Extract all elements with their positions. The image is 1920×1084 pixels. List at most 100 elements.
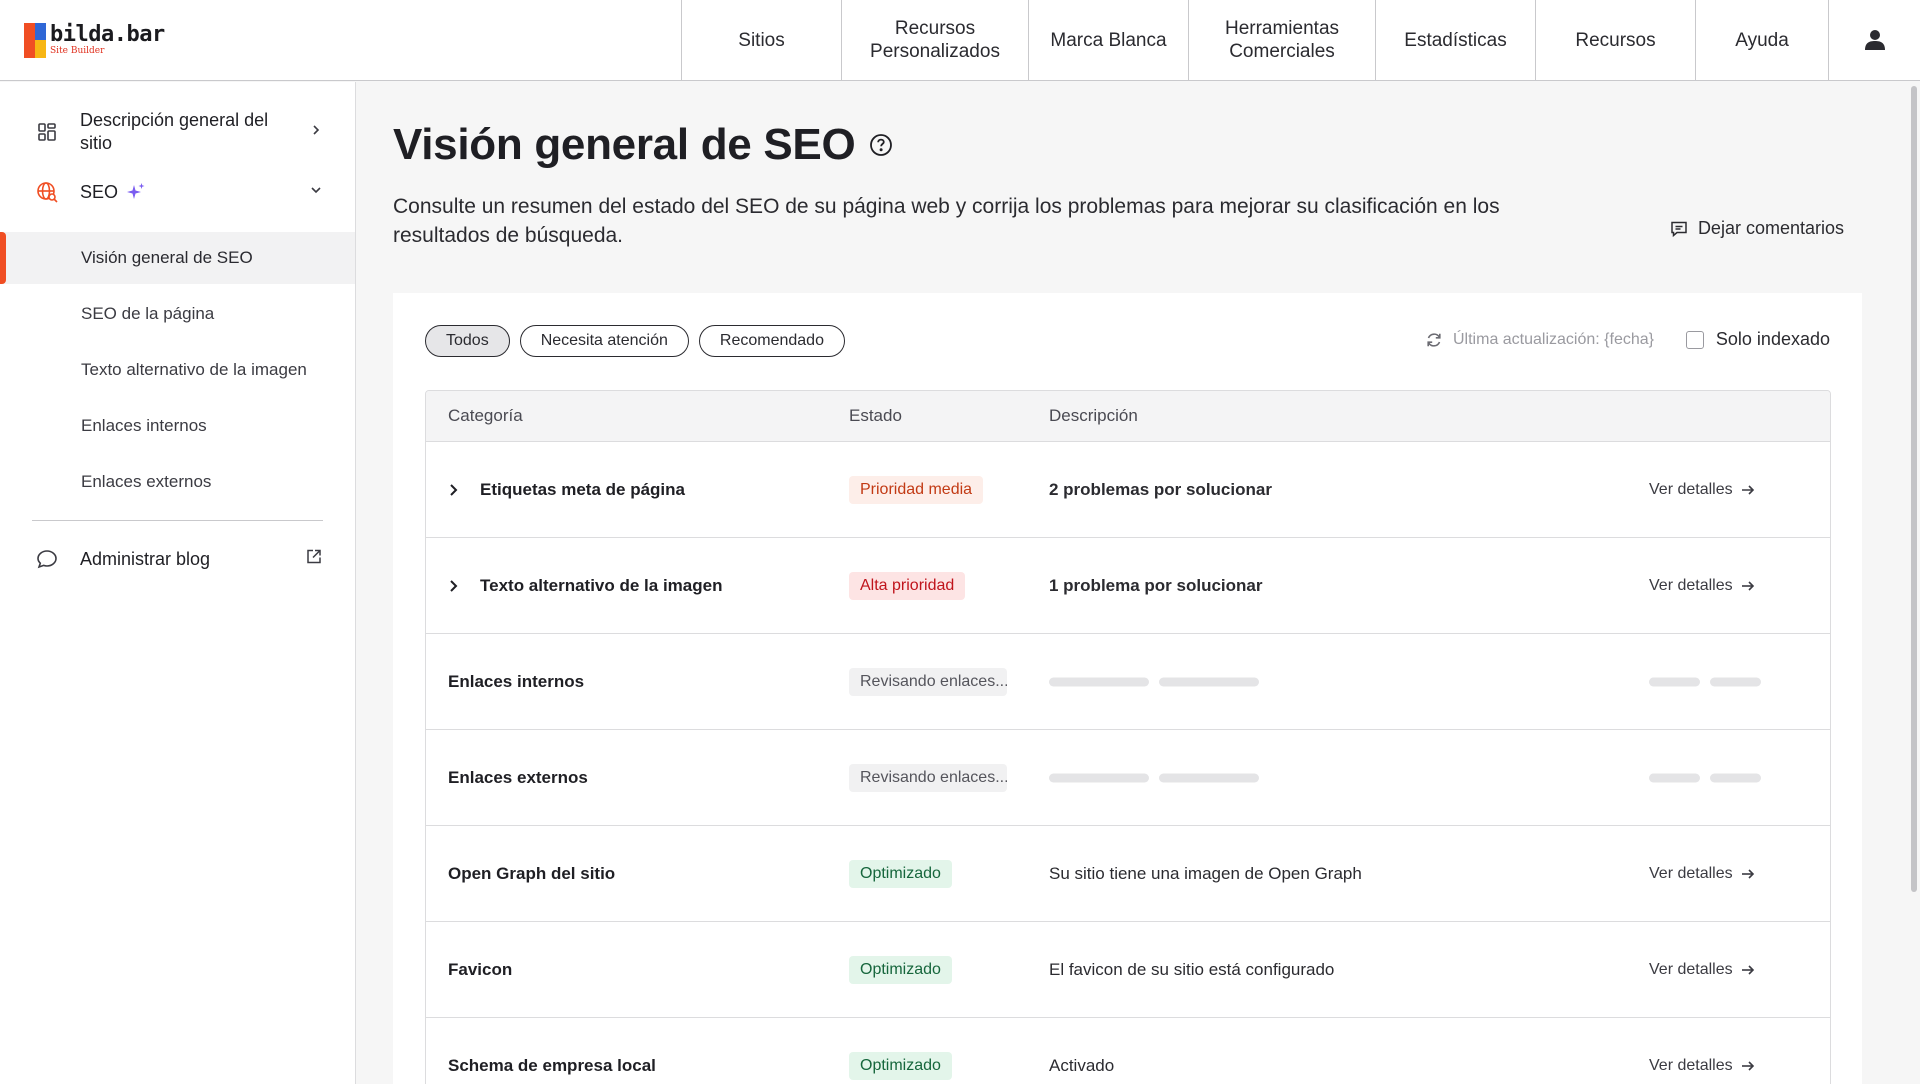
sidebar-item-external-links[interactable]: Enlaces externos (0, 456, 355, 508)
arrow-right-icon (1741, 964, 1754, 975)
status-badge: Prioridad media (849, 475, 984, 504)
nav-item-estadisticas[interactable]: Estadísticas (1375, 0, 1535, 80)
chevron-right-icon[interactable] (448, 579, 480, 593)
table-row[interactable]: Schema de empresa local Optimizado Activ… (426, 1017, 1830, 1084)
refresh-icon[interactable] (1425, 331, 1443, 349)
page-title: Visión general de SEO (393, 120, 893, 170)
seo-globe-icon (32, 177, 62, 207)
sidebar-item-image-alt-text[interactable]: Texto alternativo de la imagen (0, 344, 355, 396)
sparkle-icon (126, 182, 146, 202)
chevron-down-icon (310, 183, 322, 201)
view-details-link[interactable]: Ver detalles (1649, 481, 1755, 499)
filter-chip-needs-attention[interactable]: Necesita atención (519, 325, 689, 357)
nav-item-herramientas-comerciales[interactable]: Herramientas Comerciales (1188, 0, 1375, 80)
indexed-only-toggle[interactable]: Solo indexado (1685, 329, 1830, 350)
nav-item-marca-blanca[interactable]: Marca Blanca (1028, 0, 1188, 80)
filter-chip-recommended[interactable]: Recomendado (698, 325, 845, 357)
filter-chip-all[interactable]: Todos (425, 325, 510, 357)
sidebar-item-label: Descripción general del sitio (80, 110, 269, 153)
dashboard-grid-icon (32, 117, 62, 147)
skeleton-bar (1049, 677, 1149, 686)
view-details-label: Ver detalles (1649, 864, 1733, 882)
category-label: Open Graph del sitio (448, 863, 616, 883)
category-label: Favicon (448, 959, 513, 979)
sidebar-divider (32, 520, 323, 521)
table-row[interactable]: Open Graph del sitio Optimizado Su sitio… (426, 825, 1830, 921)
category-cell: Favicon (448, 960, 512, 980)
brand-name: bilda.bar (50, 22, 165, 47)
nav-item-recursos[interactable]: Recursos (1535, 0, 1695, 80)
page-description: Consulte un resumen del estado del SEO d… (393, 195, 1500, 247)
main-nav: Sitios Recursos Personalizados Marca Bla… (681, 0, 1920, 80)
view-details-link[interactable]: Ver detalles (1649, 577, 1755, 595)
status-badge: Optimizado (849, 1051, 952, 1080)
table-row: Enlaces externos Revisando enlaces... (426, 729, 1830, 825)
table-row[interactable]: Texto alternativo de la imagen Alta prio… (426, 537, 1830, 633)
status-badge: Optimizado (849, 955, 952, 984)
skeleton-bar (1159, 773, 1259, 782)
arrow-right-icon (1741, 580, 1754, 591)
view-details-label: Ver detalles (1649, 1056, 1733, 1074)
description-cell: 1 problema por solucionar (1049, 575, 1263, 595)
view-details-label: Ver detalles (1649, 576, 1733, 594)
logo-mark-icon (24, 22, 46, 58)
table-row: Enlaces internos Revisando enlaces... (426, 633, 1830, 729)
status-badge: Alta prioridad (849, 571, 966, 600)
sidebar-item-label: SEO (80, 181, 119, 202)
category-cell: Open Graph del sitio (448, 864, 615, 884)
nav-item-ayuda[interactable]: Ayuda (1695, 0, 1828, 80)
skeleton-bar (1649, 773, 1700, 782)
leave-feedback-button[interactable]: Dejar comentarios (1670, 218, 1844, 239)
skeleton-bar (1710, 773, 1761, 782)
description-cell: Activado (1049, 1055, 1115, 1075)
category-label: Etiquetas meta de página (480, 479, 685, 499)
arrow-right-icon (1741, 1060, 1754, 1071)
leave-feedback-label: Dejar comentarios (1697, 218, 1844, 238)
sidebar-item-seo[interactable]: SEO (32, 174, 322, 210)
status-badge: Optimizado (849, 859, 952, 888)
category-cell: Enlaces internos (448, 672, 584, 692)
category-label: Enlaces externos (448, 767, 588, 787)
chevron-right-icon (310, 123, 322, 141)
sidebar-item-page-seo[interactable]: SEO de la página (0, 288, 355, 340)
column-header-status: Estado (849, 406, 902, 425)
skeleton-bar (1159, 677, 1259, 686)
category-label: Schema de empresa local (448, 1055, 656, 1075)
view-details-link[interactable]: Ver detalles (1649, 1057, 1755, 1075)
scrollbar-thumb[interactable] (1911, 86, 1917, 892)
loading-skeleton (1649, 677, 1761, 686)
filter-chips: Todos Necesita atención Recomendado (425, 325, 845, 357)
comment-icon (1671, 221, 1687, 237)
top-bar: bilda.bar Site Builder Sitios Recursos P… (0, 0, 1920, 81)
category-label: Enlaces internos (448, 671, 585, 691)
loading-skeleton (1649, 773, 1761, 782)
help-icon[interactable] (869, 133, 893, 157)
skeleton-bar (1049, 773, 1149, 782)
table-row[interactable]: Etiquetas meta de página Prioridad media… (426, 441, 1830, 537)
indexed-only-checkbox[interactable] (1685, 330, 1704, 349)
sidebar-item-site-overview[interactable]: Descripción general del sitio (32, 108, 322, 156)
table-row[interactable]: Favicon Optimizado El favicon de su siti… (426, 921, 1830, 1017)
sidebar-item-seo-overview[interactable]: Visión general de SEO (0, 232, 355, 284)
sidebar: Descripción general del sitio SEO Visión… (0, 82, 356, 1084)
view-details-link[interactable]: Ver detalles (1649, 865, 1755, 883)
sidebar-item-label: Administrar blog (80, 548, 211, 569)
chevron-right-icon[interactable] (448, 483, 480, 497)
column-header-description: Descripción (1049, 406, 1138, 425)
description-cell: 2 problemas por solucionar (1049, 479, 1272, 499)
nav-item-sitios[interactable]: Sitios (681, 0, 841, 80)
brand-tagline: Site Builder (50, 46, 105, 56)
category-cell: Schema de empresa local (448, 1056, 656, 1076)
nav-item-recursos-personalizados[interactable]: Recursos Personalizados (841, 0, 1028, 80)
category-cell: Texto alternativo de la imagen (448, 576, 722, 596)
brand-logo[interactable]: bilda.bar Site Builder (0, 0, 681, 80)
sidebar-item-manage-blog[interactable]: Administrar blog (32, 540, 322, 578)
last-updated: Última actualización: {fecha} (1425, 331, 1654, 349)
view-details-link[interactable]: Ver detalles (1649, 961, 1755, 979)
external-link-icon (306, 549, 322, 570)
sidebar-item-internal-links[interactable]: Enlaces internos (0, 400, 355, 452)
user-icon (1864, 30, 1885, 50)
column-header-category: Categoría (448, 406, 523, 425)
user-account-button[interactable] (1828, 0, 1920, 80)
category-label: Texto alternativo de la imagen (480, 575, 723, 595)
